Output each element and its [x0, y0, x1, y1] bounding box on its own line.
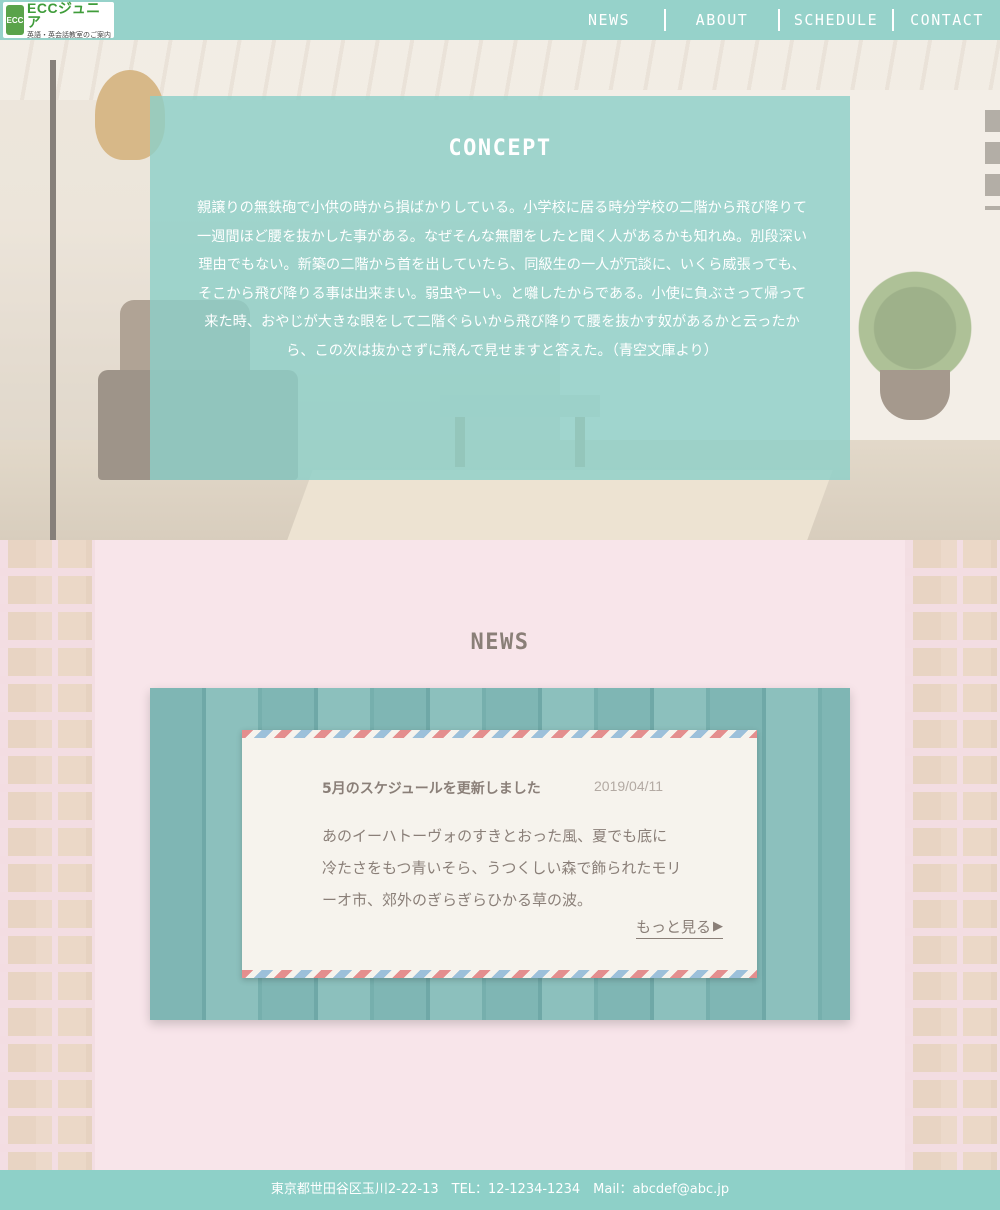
news-heading: NEWS — [470, 630, 530, 655]
nav-contact[interactable]: CONTACT — [894, 9, 1000, 31]
news-item-title[interactable]: 5月のスケジュールを更新しました — [322, 778, 541, 798]
airmail-stripe-top — [242, 730, 757, 738]
news-panel: 5月のスケジュールを更新しました 2019/04/11 あのイーハトーヴォのすき… — [150, 688, 850, 1020]
logo-title: ECCジュニア — [27, 0, 101, 30]
nav-about[interactable]: ABOUT — [666, 9, 778, 31]
concept-section: CONCEPT 親譲りの無鉄砲で小供の時から損ばかりしている。小学校に居る時分学… — [150, 96, 850, 480]
main-nav: NEWS ABOUT SCHEDULE CONTACT — [554, 0, 1000, 40]
nav-schedule[interactable]: SCHEDULE — [780, 9, 892, 31]
logo-mark: ECC — [6, 5, 24, 35]
more-link-label: もっと見る — [636, 918, 712, 936]
site-logo[interactable]: ECC ECCジュニア 英語・英会話教室のご案内 — [3, 1, 114, 39]
logo-text: ECCジュニア 英語・英会話教室のご案内 — [27, 1, 111, 39]
news-item-date: 2019/04/11 — [594, 778, 664, 794]
play-arrow-icon: ▶ — [713, 919, 724, 934]
news-section: NEWS 5月のスケジュールを更新しました 2019/04/11 あのイーハトー… — [0, 540, 1000, 1170]
logo-subtitle: 英語・英会話教室のご案内 — [27, 31, 111, 39]
news-item-body: あのイーハトーヴォのすきとおった風、夏でも底に冷たさをもつ青いそら、うつくしい森… — [322, 827, 682, 909]
footer-contact-info: 東京都世田谷区玉川2-22-13 TEL：12-1234-1234 Mail：a… — [270, 1182, 730, 1197]
concept-title: CONCEPT — [448, 136, 552, 161]
airmail-stripe-bottom — [242, 970, 757, 978]
more-link[interactable]: もっと見る ▶ — [636, 916, 724, 939]
nav-news[interactable]: NEWS — [554, 9, 664, 31]
concept-body: 親譲りの無鉄砲で小供の時から損ばかりしている。小学校に居る時分学校の二階から飛び… — [196, 200, 808, 359]
site-footer: 東京都世田谷区玉川2-22-13 TEL：12-1234-1234 Mail：a… — [0, 1170, 1000, 1210]
site-header: ECC ECCジュニア 英語・英会話教室のご案内 NEWS ABOUT SCHE… — [0, 0, 1000, 40]
news-card: 5月のスケジュールを更新しました 2019/04/11 あのイーハトーヴォのすき… — [242, 730, 757, 978]
